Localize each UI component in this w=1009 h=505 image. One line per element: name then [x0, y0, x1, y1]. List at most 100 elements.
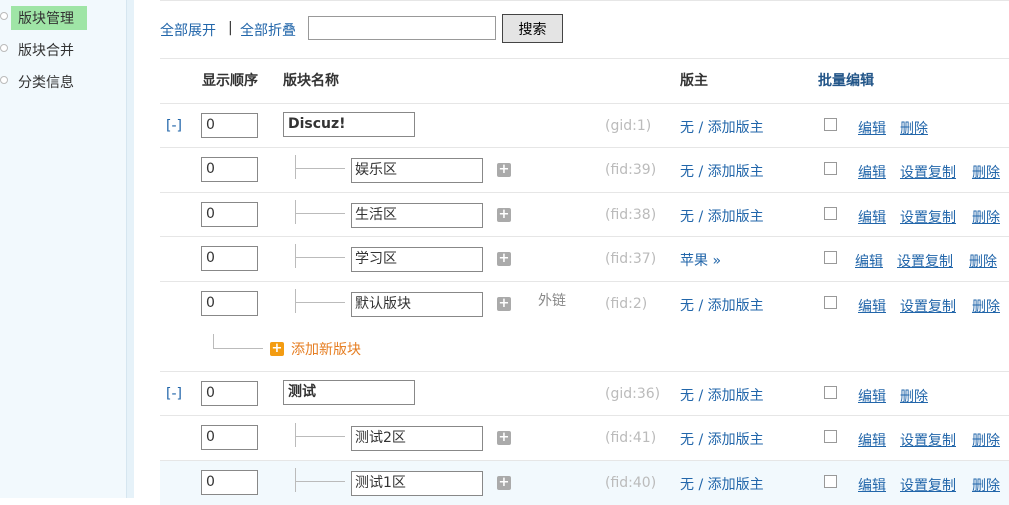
edit-link[interactable]: 编辑 — [858, 118, 886, 138]
collapse-all-link[interactable]: 全部折叠 — [240, 20, 296, 40]
moderator-link[interactable]: 苹果 » — [680, 250, 721, 270]
sidebar-item-forum-manage[interactable]: 版块管理 — [0, 4, 126, 32]
add-subforum-icon[interactable]: + — [497, 163, 511, 177]
batch-checkbox[interactable] — [824, 386, 837, 399]
id-tag: (fid:40) — [605, 475, 657, 491]
copy-settings-link[interactable]: 设置复制 — [900, 430, 956, 450]
add-subforum-icon[interactable]: + — [497, 208, 511, 222]
forum-row: 0 学习区 + (fid:37) 苹果 » 编辑 设置复制 删除 — [160, 236, 1009, 281]
header-moderator: 版主 — [680, 73, 708, 89]
edit-link[interactable]: 编辑 — [858, 162, 886, 182]
order-input[interactable]: 0 — [201, 470, 258, 495]
add-subforum-icon[interactable]: + — [497, 252, 511, 266]
order-input[interactable]: 0 — [201, 246, 258, 271]
order-input[interactable]: 0 — [201, 381, 258, 406]
forum-row: 0 生活区 + (fid:38) 无 / 添加版主 编辑 设置复制 删除 — [160, 192, 1009, 237]
batch-checkbox[interactable] — [824, 162, 837, 175]
delete-link[interactable]: 删除 — [972, 162, 1000, 182]
moderator-link[interactable]: 无 / 添加版主 — [680, 117, 764, 137]
batch-checkbox[interactable] — [824, 475, 837, 488]
tree-line — [295, 468, 296, 492]
tree-line — [213, 334, 214, 348]
edit-link[interactable]: 编辑 — [858, 296, 886, 316]
forum-name-input[interactable]: 默认版块 — [351, 292, 483, 317]
bullet-icon — [0, 76, 8, 84]
copy-settings-link[interactable]: 设置复制 — [900, 162, 956, 182]
moderator-link[interactable]: 无 / 添加版主 — [680, 206, 764, 226]
toolbar-separator: | — [228, 20, 233, 36]
group-name-input[interactable]: Discuz! — [283, 112, 415, 137]
id-tag: (fid:41) — [605, 430, 657, 446]
sidebar-item-forum-merge[interactable]: 版块合并 — [0, 36, 126, 64]
copy-settings-link[interactable]: 设置复制 — [900, 207, 956, 227]
batch-checkbox[interactable] — [824, 430, 837, 443]
moderator-link[interactable]: 无 / 添加版主 — [680, 295, 764, 315]
tree-line — [295, 436, 345, 437]
edit-link[interactable]: 编辑 — [858, 475, 886, 495]
delete-link[interactable]: 删除 — [900, 386, 928, 406]
sidebar-item-category-info[interactable]: 分类信息 — [0, 68, 126, 96]
delete-link[interactable]: 删除 — [972, 207, 1000, 227]
collapse-toggle[interactable]: [-] — [166, 118, 182, 134]
add-subforum-icon[interactable]: + — [497, 297, 511, 311]
header-batch-edit[interactable]: 批量编辑 — [818, 70, 874, 90]
bullet-icon — [0, 44, 8, 52]
id-tag: (fid:38) — [605, 207, 657, 223]
copy-settings-link[interactable]: 设置复制 — [900, 296, 956, 316]
copy-settings-link[interactable]: 设置复制 — [900, 475, 956, 495]
id-tag: (fid:39) — [605, 162, 657, 178]
tree-line — [213, 348, 263, 349]
header-name: 版块名称 — [283, 73, 339, 89]
delete-link[interactable]: 删除 — [900, 118, 928, 138]
group-name-input[interactable]: 测试 — [283, 380, 415, 405]
search-button[interactable]: 搜索 — [502, 14, 563, 43]
moderator-link[interactable]: 无 / 添加版主 — [680, 161, 764, 181]
copy-settings-link[interactable]: 设置复制 — [897, 251, 953, 271]
sidebar-divider — [126, 0, 134, 498]
batch-checkbox[interactable] — [824, 118, 837, 131]
edit-link[interactable]: 编辑 — [858, 386, 886, 406]
order-input[interactable]: 0 — [201, 202, 258, 227]
delete-link[interactable]: 删除 — [969, 251, 997, 271]
tree-line — [295, 168, 345, 169]
forum-name-input[interactable]: 娱乐区 — [351, 158, 483, 183]
delete-link[interactable]: 删除 — [972, 296, 1000, 316]
edit-link[interactable]: 编辑 — [858, 207, 886, 227]
search-input[interactable] — [308, 16, 496, 40]
add-forum-link[interactable]: 添加新版块 — [291, 339, 361, 359]
batch-checkbox[interactable] — [824, 296, 837, 309]
edit-link[interactable]: 编辑 — [858, 430, 886, 450]
tree-line — [295, 200, 296, 224]
edit-link[interactable]: 编辑 — [855, 251, 883, 271]
id-tag: (gid:36) — [605, 386, 661, 402]
expand-all-link[interactable]: 全部展开 — [160, 20, 216, 40]
collapse-toggle[interactable]: [-] — [166, 386, 182, 402]
order-input[interactable]: 0 — [201, 425, 258, 450]
header-divider — [160, 58, 1009, 59]
tree-line — [295, 481, 345, 482]
order-input[interactable]: 0 — [201, 113, 258, 138]
moderator-link[interactable]: 无 / 添加版主 — [680, 474, 764, 494]
order-input[interactable]: 0 — [201, 157, 258, 182]
order-input[interactable]: 0 — [201, 291, 258, 316]
sidebar-item-label: 版块管理 — [18, 11, 74, 27]
add-icon[interactable]: + — [270, 342, 284, 356]
moderator-link[interactable]: 无 / 添加版主 — [680, 385, 764, 405]
forum-name-input[interactable]: 学习区 — [351, 247, 483, 272]
delete-link[interactable]: 删除 — [972, 430, 1000, 450]
tree-line — [295, 244, 296, 268]
batch-checkbox[interactable] — [824, 207, 837, 220]
id-tag: (gid:1) — [605, 118, 652, 134]
forum-name-input[interactable]: 测试1区 — [351, 471, 483, 496]
add-subforum-icon[interactable]: + — [497, 476, 511, 490]
add-subforum-icon[interactable]: + — [497, 431, 511, 445]
batch-checkbox[interactable] — [824, 251, 837, 264]
forum-name-input[interactable]: 测试2区 — [351, 426, 483, 451]
tree-line — [295, 155, 296, 179]
forum-name-input[interactable]: 生活区 — [351, 203, 483, 228]
delete-link[interactable]: 删除 — [972, 475, 1000, 495]
sidebar-item-label: 分类信息 — [18, 75, 74, 91]
moderator-link[interactable]: 无 / 添加版主 — [680, 429, 764, 449]
tree-line — [295, 289, 296, 313]
id-tag: (fid:37) — [605, 251, 657, 267]
